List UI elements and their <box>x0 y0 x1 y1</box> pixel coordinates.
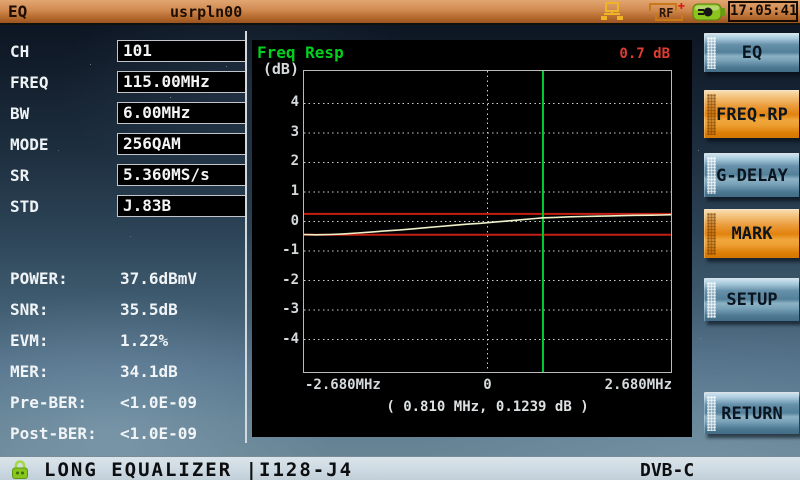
field-value-bw[interactable]: 6.00MHz <box>117 102 246 124</box>
plot-area[interactable] <box>303 70 672 373</box>
channel-plan-title: usrpln00 <box>170 3 243 21</box>
signal-standard: DVB-C <box>640 460 695 480</box>
field-row-mode: MODE 256QAM <box>0 133 246 157</box>
field-row-sr: SR 5.360MS/s <box>0 164 246 188</box>
grip-dots-icon <box>707 94 716 135</box>
mode-title: EQ <box>8 2 28 21</box>
status-message: LONG EQUALIZER |I128-J4 <box>44 459 354 480</box>
power-value: 37.6dBmV <box>120 269 198 288</box>
meas-row-preber: Pre-BER: <1.0E-09 <box>10 393 198 412</box>
network-icon <box>600 2 624 22</box>
meas-row-evm: EVM: 1.22% <box>10 331 169 350</box>
field-value-sr[interactable]: 5.360MS/s <box>117 164 246 186</box>
meas-row-postber: Post-BER: <1.0E-09 <box>10 424 198 443</box>
rf-alert-icon: ✚ <box>677 0 685 12</box>
meter-screen: EQ usrpln00 RF ✚ 17:05:41 CH 101 FREQ 11… <box>0 0 800 480</box>
meas-row-power: POWER: 37.6dBmV <box>10 269 198 288</box>
y-tick-label: -4 <box>282 330 299 347</box>
field-label-freq: FREQ <box>10 73 49 92</box>
y-tick-label: -2 <box>282 271 299 288</box>
field-label-mode: MODE <box>10 135 49 154</box>
softkey-freq-rp[interactable]: FREQ-RP <box>704 90 799 138</box>
field-value-std[interactable]: J.83B <box>117 195 246 217</box>
mer-value: 34.1dB <box>120 362 178 381</box>
softkey-eq[interactable]: EQ <box>704 33 799 72</box>
clock-display: 17:05:41 <box>728 1 798 22</box>
softkey-g-delay[interactable]: G-DELAY <box>704 153 799 197</box>
title-bar: EQ usrpln00 RF ✚ 17:05:41 <box>0 0 800 25</box>
y-tick-label: 1 <box>290 182 299 199</box>
field-row-std: STD J.83B <box>0 195 246 219</box>
marker-readout: ( 0.810 MHz, 0.1239 dB ) <box>386 399 589 415</box>
field-label-std: STD <box>10 197 39 216</box>
x-axis-ticks: -2.680MHz 0 2.680MHz <box>303 377 672 393</box>
freq-response-chart: Freq Resp 0.7 dB (dB) 4 3 2 1 0 -1 -2 -3 -4 -2.6… <box>252 40 692 437</box>
grip-dots-icon <box>707 282 716 318</box>
grip-dots-icon <box>707 37 716 69</box>
y-tick-label: 3 <box>290 123 299 140</box>
field-label-sr: SR <box>10 166 30 185</box>
preber-value: <1.0E-09 <box>120 393 198 412</box>
meas-row-mer: MER: 34.1dB <box>10 362 178 381</box>
lock-icon <box>10 459 30 480</box>
field-value-freq[interactable]: 115.00MHz <box>117 71 246 93</box>
meas-row-snr: SNR: 35.5dB <box>10 300 178 319</box>
y-tick-label: 0 <box>290 212 299 229</box>
evm-value: 1.22% <box>120 331 169 350</box>
field-row-freq: FREQ 115.00MHz <box>0 71 246 95</box>
status-bar: LONG EQUALIZER |I128-J4 DVB-C <box>0 456 800 480</box>
postber-value: <1.0E-09 <box>120 424 198 443</box>
grip-dots-icon <box>707 157 716 194</box>
field-value-mode[interactable]: 256QAM <box>117 133 246 155</box>
ripple-value: 0.7 dB <box>619 46 670 62</box>
panel-divider <box>245 31 247 443</box>
battery-icon <box>692 3 726 21</box>
y-tick-label: 4 <box>290 94 299 111</box>
field-label-bw: BW <box>10 104 30 123</box>
softkey-return[interactable]: RETURN <box>704 392 799 434</box>
field-row-bw: BW 6.00MHz <box>0 102 246 126</box>
softkey-mark[interactable]: MARK <box>704 209 799 258</box>
y-tick-label: -1 <box>282 242 299 258</box>
softkey-setup[interactable]: SETUP <box>704 278 799 321</box>
grip-dots-icon <box>707 213 716 255</box>
x-tick-right: 2.680MHz <box>604 377 672 393</box>
rf-icon: RF ✚ <box>647 0 687 22</box>
grip-dots-icon <box>707 396 716 431</box>
y-axis-label: (dB) <box>262 60 299 78</box>
field-value-ch[interactable]: 101 <box>117 40 246 62</box>
y-tick-label: 2 <box>290 153 299 170</box>
field-row-ch: CH 101 <box>0 40 246 64</box>
y-tick-label: -3 <box>282 301 299 318</box>
x-tick-left: -2.680MHz <box>305 377 381 393</box>
field-label-ch: CH <box>10 42 30 61</box>
x-tick-center: 0 <box>483 377 492 393</box>
snr-value: 35.5dB <box>120 300 178 319</box>
